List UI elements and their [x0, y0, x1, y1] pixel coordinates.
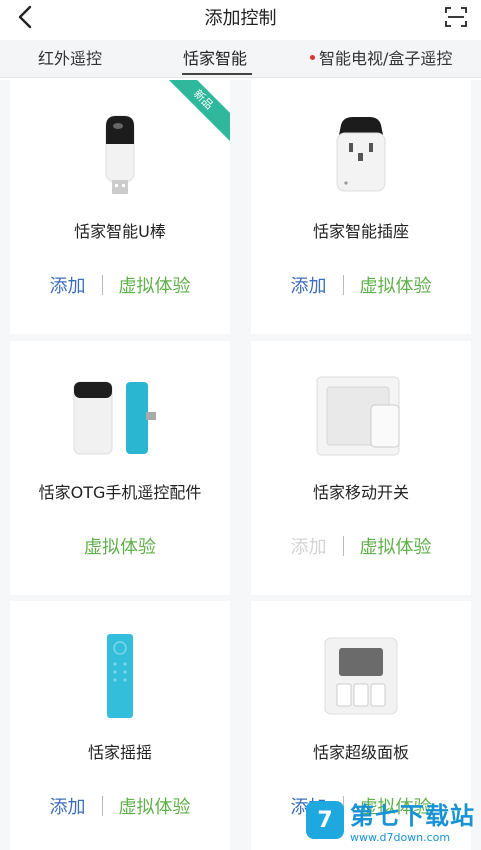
device-card-socket[interactable]: 恬家智能插座 添加 虚拟体验	[251, 80, 471, 334]
wall-switch-icon	[316, 376, 400, 456]
tab-label: 红外遥控	[38, 49, 103, 68]
scan-button[interactable]	[441, 2, 471, 32]
device-image	[10, 366, 230, 466]
watermark: 7 第七下载站 www.d7down.com	[306, 796, 475, 844]
tab-infrared[interactable]: 红外遥控	[38, 40, 102, 78]
tab-active-indicator	[182, 73, 252, 75]
device-image	[10, 105, 230, 205]
watermark-text: 第七下载站 www.d7down.com	[350, 796, 475, 844]
add-button: 添加	[290, 537, 327, 558]
virtual-experience-button[interactable]: 虚拟体验	[119, 793, 191, 819]
device-name: 恬家摇摇	[87, 743, 152, 762]
scan-icon	[445, 7, 467, 27]
control-panel-icon	[324, 637, 398, 715]
add-button[interactable]: 添加	[50, 272, 86, 298]
tab-label: 恬家智能	[183, 49, 248, 68]
virtual-experience-button[interactable]: 虚拟体验	[360, 272, 432, 298]
device-name: 恬家超级面板	[312, 743, 409, 762]
divider	[342, 275, 344, 295]
tab-tv-box[interactable]: 智能电视/盒子遥控	[310, 40, 452, 78]
virtual-experience-button[interactable]: 虚拟体验	[119, 272, 191, 298]
device-card-ustick[interactable]: 新品 恬家智能U棒 添加 虚拟体验	[10, 80, 230, 334]
divider	[101, 796, 103, 816]
divider	[101, 275, 103, 295]
new-dot-icon	[310, 55, 315, 60]
watermark-url: www.d7down.com	[350, 831, 451, 844]
device-card-shake[interactable]: 恬家摇摇 添加 虚拟体验	[10, 601, 230, 850]
page-title: 添加控制	[204, 8, 277, 29]
watermark-title: 第七下载站	[350, 802, 475, 830]
device-card-otg[interactable]: 恬家OTG手机遥控配件 虚拟体验	[10, 341, 230, 595]
divider	[342, 536, 344, 556]
card-actions: 添加 虚拟体验	[251, 533, 471, 559]
add-button[interactable]: 添加	[50, 793, 86, 819]
card-actions: 添加 虚拟体验	[251, 272, 471, 298]
virtual-experience-button[interactable]: 虚拟体验	[84, 533, 156, 559]
card-actions: 添加 虚拟体验	[10, 272, 230, 298]
tab-bar: 红外遥控 恬家智能 智能电视/盒子遥控	[0, 40, 481, 78]
device-image	[251, 626, 471, 726]
smart-socket-icon	[336, 117, 386, 192]
add-button[interactable]: 添加	[291, 272, 327, 298]
card-actions: 添加 虚拟体验	[10, 793, 230, 819]
tab-label: 智能电视/盒子遥控	[319, 49, 453, 68]
device-name: 恬家移动开关	[312, 483, 409, 502]
device-name: 恬家OTG手机遥控配件	[38, 483, 202, 502]
device-name: 恬家智能插座	[312, 222, 409, 241]
device-image	[10, 626, 230, 726]
watermark-logo-icon: 7	[306, 801, 344, 839]
otg-accessory-icon	[73, 381, 156, 455]
remote-control-icon	[107, 634, 133, 718]
card-actions: 虚拟体验	[10, 533, 230, 559]
device-image	[251, 105, 471, 205]
device-name: 恬家智能U棒	[74, 222, 166, 241]
device-card-switch[interactable]: 恬家移动开关 添加 虚拟体验	[251, 341, 471, 595]
usb-stick-icon	[105, 115, 135, 194]
device-image	[251, 366, 471, 466]
virtual-experience-button[interactable]: 虚拟体验	[360, 533, 432, 559]
device-grid: 新品 恬家智能U棒 添加 虚拟体验 恬家智能插座 添加 虚拟体验 恬家OTG手机…	[0, 80, 481, 850]
top-bar: 添加控制	[0, 0, 481, 34]
